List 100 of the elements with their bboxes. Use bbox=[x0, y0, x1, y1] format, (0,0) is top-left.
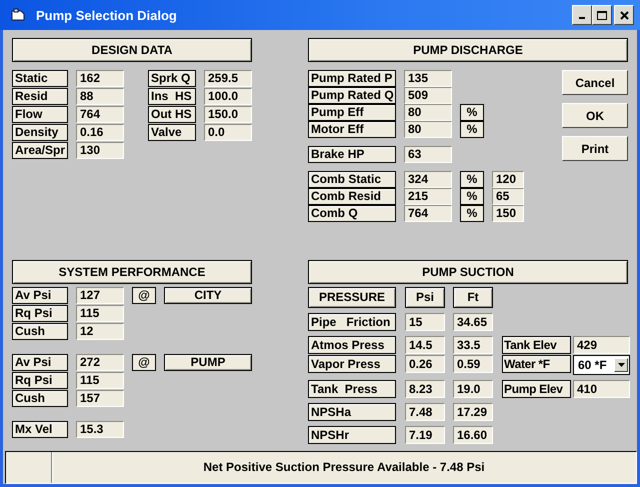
value-field[interactable]: 16.60 bbox=[453, 426, 493, 444]
field-label: Area/Spr bbox=[12, 142, 68, 159]
close-icon bbox=[620, 10, 628, 20]
value-field[interactable]: 120 bbox=[492, 171, 524, 188]
field-label: Brake HP bbox=[308, 146, 396, 163]
field-label: Tank Elev bbox=[502, 336, 571, 354]
unit-label: % bbox=[460, 188, 484, 205]
value-field[interactable]: 80 bbox=[404, 121, 452, 138]
field-label: Comb Static bbox=[308, 171, 396, 188]
maximize-icon bbox=[597, 10, 607, 20]
heading-label: PRESSURE bbox=[308, 287, 396, 308]
field-label: Cush bbox=[12, 390, 68, 407]
field-label: Resid bbox=[12, 88, 68, 105]
close-button[interactable] bbox=[614, 5, 634, 25]
field-label: Mx Vel bbox=[12, 421, 68, 438]
value-field[interactable]: 7.48 bbox=[405, 403, 445, 421]
field-label: Rq Psi bbox=[12, 305, 68, 322]
field-label: Cush bbox=[12, 323, 68, 340]
section-header: SYSTEM PERFORMANCE bbox=[12, 260, 252, 284]
field-label: Static bbox=[12, 70, 68, 87]
window-title: Pump Selection Dialog bbox=[36, 8, 178, 22]
minimize-button[interactable] bbox=[572, 5, 592, 25]
value-field[interactable]: 215 bbox=[404, 188, 452, 205]
section-header: PUMP DISCHARGE bbox=[308, 38, 628, 62]
heading-label: Psi bbox=[405, 287, 445, 308]
value-field[interactable]: 764 bbox=[404, 205, 452, 222]
field-label: Ins HS bbox=[148, 88, 196, 105]
heading-label: CITY bbox=[164, 287, 252, 304]
heading-label: Ft bbox=[453, 287, 493, 308]
field-label: Water *F bbox=[502, 355, 571, 373]
unit-label: % bbox=[460, 205, 484, 222]
value-field[interactable]: 8.23 bbox=[405, 380, 445, 398]
value-field[interactable]: 150.0 bbox=[204, 106, 252, 123]
dialog-button[interactable]: Print bbox=[562, 136, 628, 161]
value-field[interactable]: 100.0 bbox=[204, 88, 252, 105]
value-field[interactable]: 509 bbox=[404, 87, 452, 104]
dropdown[interactable]: 60 *F bbox=[573, 355, 630, 375]
value-field[interactable]: 17.29 bbox=[453, 403, 493, 421]
field-label: Valve bbox=[148, 124, 196, 141]
field-label: Rq Psi bbox=[12, 372, 68, 389]
field-label: Pump Rated Q bbox=[308, 87, 396, 104]
value-field[interactable]: 0.26 bbox=[405, 355, 445, 373]
field-label: Sprk Q bbox=[148, 70, 196, 87]
value-field[interactable]: 115 bbox=[76, 372, 124, 389]
value-field[interactable]: 80 bbox=[404, 104, 452, 121]
status-text: Net Positive Suction Pressure Available - 7.48 Psi bbox=[202, 459, 486, 476]
field-label: Comb Resid bbox=[308, 188, 396, 205]
dialog-button[interactable]: OK bbox=[562, 103, 628, 128]
value-field[interactable]: 19.0 bbox=[453, 380, 493, 398]
value-field[interactable]: 135 bbox=[404, 70, 452, 87]
field-label: Tank Press bbox=[308, 380, 396, 398]
value-field[interactable]: 7.19 bbox=[405, 426, 445, 444]
unit-label: % bbox=[460, 171, 484, 188]
value-field[interactable]: 0.0 bbox=[204, 124, 252, 141]
value-field[interactable]: 429 bbox=[573, 336, 630, 354]
field-label: Density bbox=[12, 124, 68, 141]
section-header: DESIGN DATA bbox=[12, 38, 252, 62]
field-label: Out HS bbox=[148, 106, 196, 123]
field-label: Flow bbox=[12, 106, 68, 123]
section-header: PUMP SUCTION bbox=[308, 260, 628, 284]
value-field[interactable]: 65 bbox=[492, 188, 524, 205]
value-field[interactable]: 14.5 bbox=[405, 336, 445, 354]
value-field[interactable]: 259.5 bbox=[204, 70, 252, 87]
field-label: NPSHr bbox=[308, 426, 396, 444]
value-field[interactable]: 63 bbox=[404, 146, 452, 163]
field-label: Av Psi bbox=[12, 287, 68, 304]
value-field[interactable]: 12 bbox=[76, 323, 124, 340]
maximize-button[interactable] bbox=[592, 5, 612, 25]
value-field[interactable]: 15 bbox=[405, 313, 445, 331]
field-label: Motor Eff bbox=[308, 121, 396, 138]
value-field[interactable]: 15.3 bbox=[76, 421, 124, 438]
value-field[interactable]: 157 bbox=[76, 390, 124, 407]
value-field[interactable]: 272 bbox=[76, 354, 124, 371]
field-label: Comb Q bbox=[308, 205, 396, 222]
value-field[interactable]: 127 bbox=[76, 287, 124, 304]
field-label: Pipe Friction bbox=[308, 313, 396, 331]
value-field[interactable]: 0.59 bbox=[453, 355, 493, 373]
dropdown-arrow-icon bbox=[618, 363, 624, 367]
value-field[interactable]: 130 bbox=[76, 142, 124, 159]
field-label: Pump Elev bbox=[502, 380, 571, 398]
value-field[interactable]: 33.5 bbox=[453, 336, 493, 354]
value-field[interactable]: 88 bbox=[76, 88, 124, 105]
value-field[interactable]: 764 bbox=[76, 106, 124, 123]
value-field[interactable]: 34.65 bbox=[453, 313, 493, 331]
dialog-button[interactable]: Cancel bbox=[562, 70, 628, 95]
value-field[interactable]: 0.16 bbox=[76, 124, 124, 141]
field-label: Pump Eff bbox=[308, 104, 396, 121]
field-label: Atmos Press bbox=[308, 336, 396, 354]
value-field[interactable]: 115 bbox=[76, 305, 124, 322]
unit-label: % bbox=[460, 121, 484, 138]
value-field[interactable]: 150 bbox=[492, 205, 524, 222]
value-field[interactable]: 324 bbox=[404, 171, 452, 188]
unit-label: @ bbox=[132, 287, 156, 304]
value-field[interactable]: 410 bbox=[573, 380, 630, 398]
field-label: Vapor Press bbox=[308, 355, 396, 373]
heading-label: PUMP bbox=[164, 354, 252, 371]
field-label: Pump Rated P bbox=[308, 70, 396, 87]
value-field[interactable]: 162 bbox=[76, 70, 124, 87]
app-icon bbox=[10, 8, 26, 22]
unit-label: % bbox=[460, 104, 484, 121]
